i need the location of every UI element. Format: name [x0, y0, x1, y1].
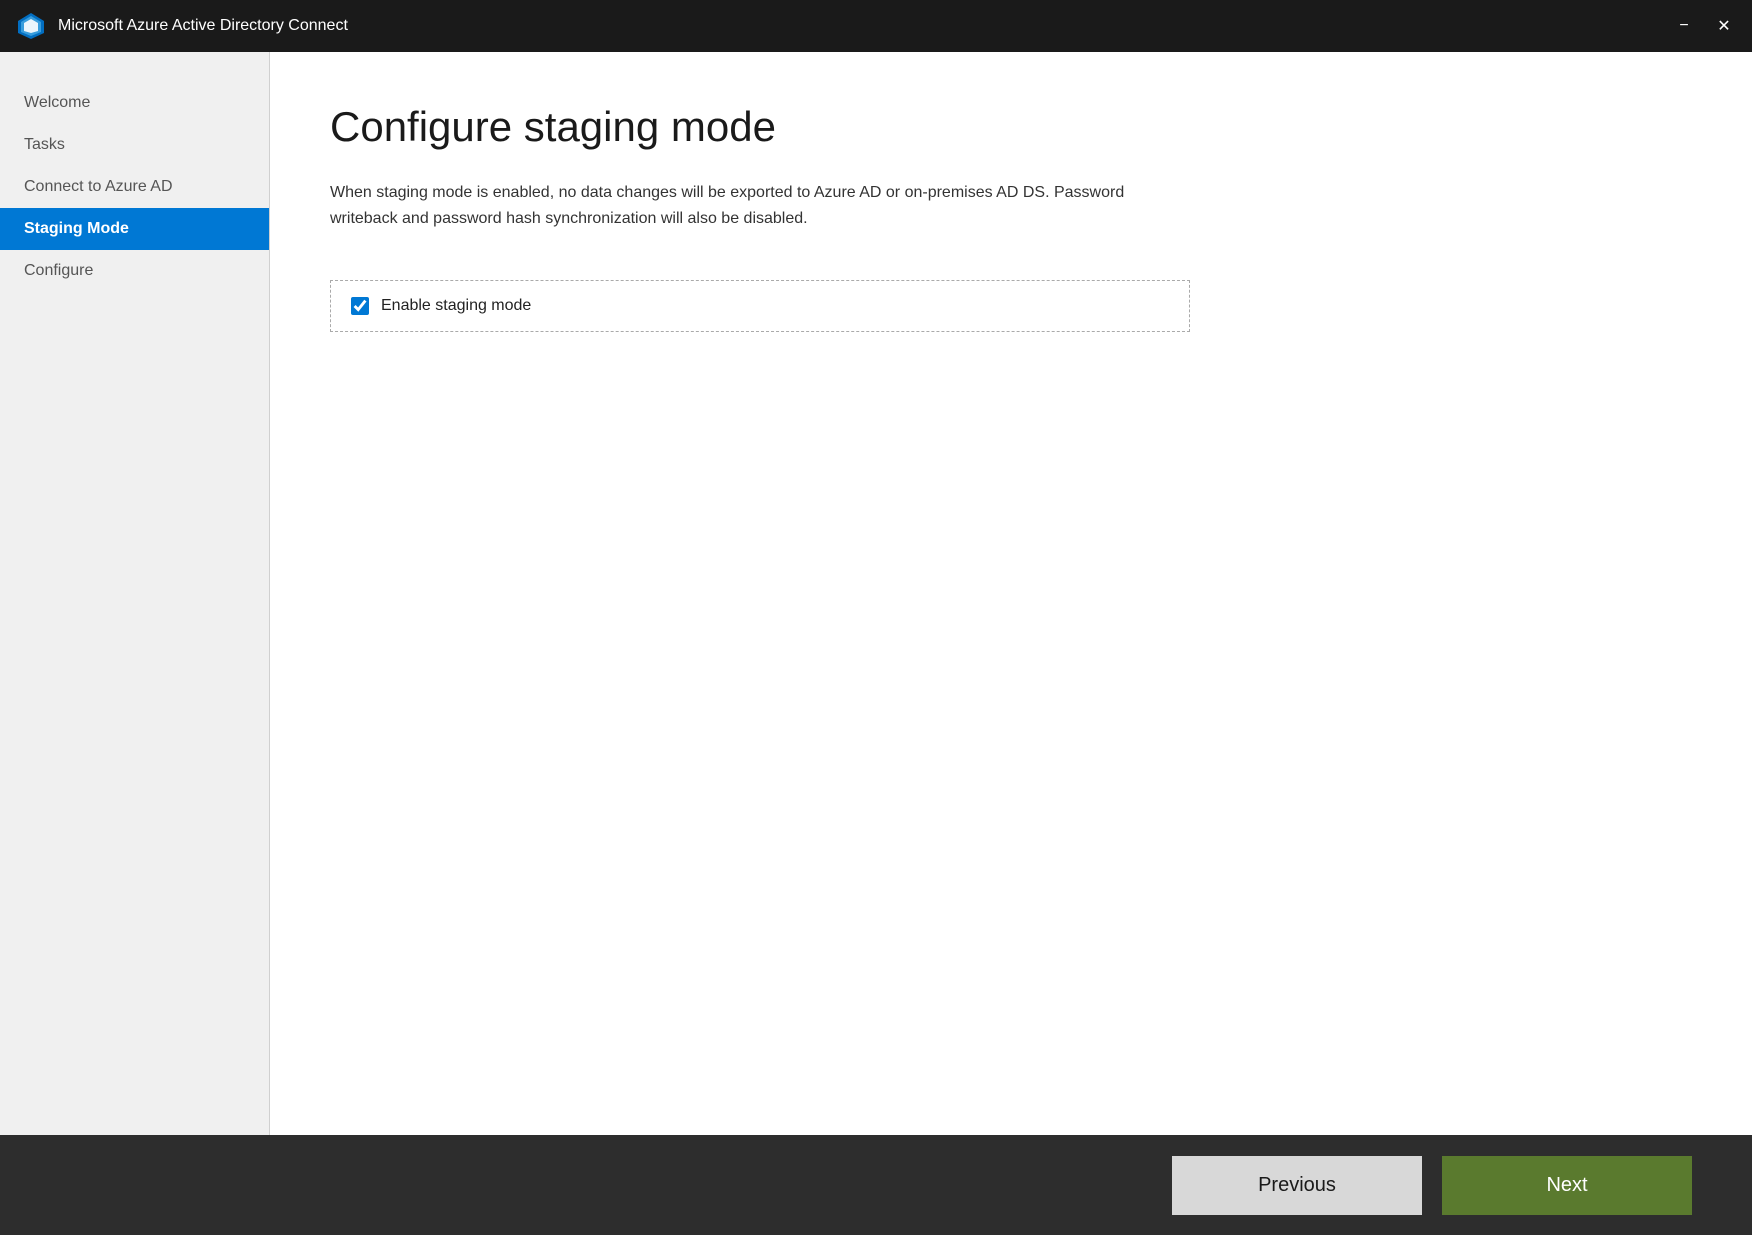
- window-controls: − ✕: [1672, 14, 1736, 38]
- close-button[interactable]: ✕: [1712, 14, 1736, 38]
- previous-button[interactable]: Previous: [1172, 1156, 1422, 1215]
- page-description: When staging mode is enabled, no data ch…: [330, 180, 1150, 231]
- azure-logo-icon: [16, 11, 46, 41]
- enable-staging-mode-checkbox[interactable]: [351, 297, 369, 315]
- checkbox-label: Enable staging mode: [381, 297, 531, 315]
- main-window: Welcome Tasks Connect to Azure AD Stagin…: [0, 52, 1752, 1135]
- content-area: Configure staging mode When staging mode…: [270, 52, 1752, 1135]
- sidebar-item-configure[interactable]: Configure: [0, 250, 269, 292]
- sidebar-item-staging-mode[interactable]: Staging Mode: [0, 208, 269, 250]
- window-title: Microsoft Azure Active Directory Connect: [58, 17, 1672, 35]
- next-button[interactable]: Next: [1442, 1156, 1692, 1215]
- sidebar-item-welcome[interactable]: Welcome: [0, 82, 269, 124]
- minimize-button[interactable]: −: [1672, 14, 1696, 38]
- page-title: Configure staging mode: [330, 102, 1692, 152]
- title-bar: Microsoft Azure Active Directory Connect…: [0, 0, 1752, 52]
- sidebar-item-connect-azure-ad[interactable]: Connect to Azure AD: [0, 166, 269, 208]
- sidebar: Welcome Tasks Connect to Azure AD Stagin…: [0, 52, 270, 1135]
- sidebar-item-tasks[interactable]: Tasks: [0, 124, 269, 166]
- footer: Previous Next: [0, 1135, 1752, 1235]
- enable-staging-mode-checkbox-container[interactable]: Enable staging mode: [330, 280, 1190, 332]
